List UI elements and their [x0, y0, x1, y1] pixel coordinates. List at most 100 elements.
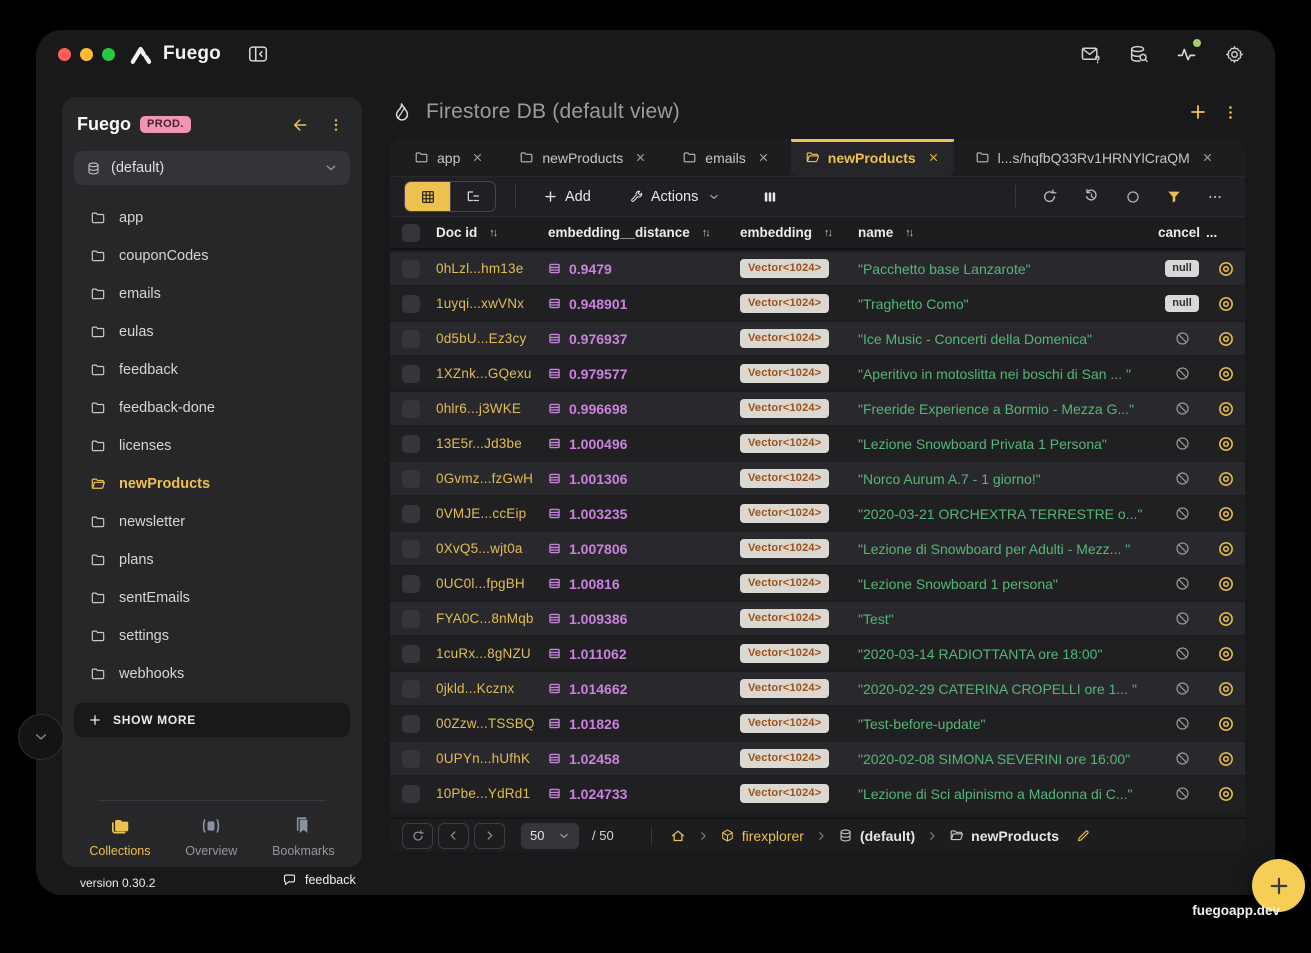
sort-arrows-icon[interactable]: ↑↓ — [824, 227, 831, 239]
table-row[interactable]: 0hlr6...j3WKE 0.996698 Vector<1024> "Fre… — [390, 392, 1245, 425]
row-checkbox[interactable] — [402, 400, 420, 418]
tab-4[interactable]: l...s/hqfbQ33Rv1HRNYlCraQM — [961, 139, 1228, 176]
sidebar-collection-webhooks[interactable]: webhooks — [62, 655, 362, 693]
table-row[interactable]: 0UC0l...fpgBH 1.00816 Vector<1024> "Lezi… — [390, 567, 1245, 600]
mail-help-icon[interactable] — [1080, 44, 1101, 65]
sidebar-collection-feedback[interactable]: feedback — [62, 351, 362, 389]
view-document-eye-icon[interactable] — [1217, 750, 1235, 768]
table-row[interactable]: 0UPYn...hUfhK 1.02458 Vector<1024> "2020… — [390, 742, 1245, 775]
view-document-eye-icon[interactable] — [1217, 295, 1235, 313]
database-selector[interactable]: (default) — [74, 151, 350, 185]
settings-gear-icon[interactable] — [1224, 44, 1245, 65]
tab-3[interactable]: newProducts — [791, 139, 954, 176]
pager-refresh-button[interactable] — [402, 823, 433, 849]
nav-collections[interactable]: Collections — [89, 815, 150, 858]
view-menu-icon[interactable] — [1222, 104, 1239, 121]
nav-overview[interactable]: Overview — [185, 815, 237, 858]
edge-collapse-button[interactable] — [18, 714, 64, 760]
sidebar-collection-app[interactable]: app — [62, 199, 362, 237]
tab-1[interactable]: newProducts — [505, 139, 661, 176]
table-row[interactable]: 0d5bU...Ez3cy 0.976937 Vector<1024> "Ice… — [390, 322, 1245, 355]
minimize-window-button[interactable] — [80, 48, 93, 61]
close-window-button[interactable] — [58, 48, 71, 61]
row-checkbox[interactable] — [402, 715, 420, 733]
close-tab-icon[interactable] — [634, 151, 647, 164]
column-header[interactable]: cancel — [1158, 225, 1206, 240]
filter-funnel-icon[interactable] — [1166, 189, 1182, 205]
tab-2[interactable]: emails — [668, 139, 783, 176]
breadcrumb-database[interactable]: (default) — [838, 828, 915, 844]
close-tab-icon[interactable] — [927, 151, 940, 164]
column-header[interactable]: embedding__distance ↑↓ — [548, 225, 740, 240]
sidebar-collection-newProducts[interactable]: newProducts — [62, 465, 362, 503]
view-document-eye-icon[interactable] — [1217, 610, 1235, 628]
sort-arrows-icon[interactable]: ↑↓ — [905, 227, 912, 239]
view-document-eye-icon[interactable] — [1217, 785, 1235, 803]
view-document-eye-icon[interactable] — [1217, 505, 1235, 523]
tab-0[interactable]: app — [400, 139, 498, 176]
table-row[interactable]: 10Pbe...YdRd1 1.024733 Vector<1024> "Lez… — [390, 777, 1245, 810]
grid-view-button[interactable] — [405, 182, 450, 211]
refresh-icon[interactable] — [1041, 188, 1058, 205]
maximize-window-button[interactable] — [102, 48, 115, 61]
database-search-icon[interactable] — [1128, 44, 1149, 65]
table-row[interactable]: 0Gvmz...fzGwH 1.001306 Vector<1024> "Nor… — [390, 462, 1245, 495]
feedback-button[interactable]: feedback — [282, 872, 356, 887]
view-document-eye-icon[interactable] — [1217, 575, 1235, 593]
sidebar-collection-newsletter[interactable]: newsletter — [62, 503, 362, 541]
tree-view-button[interactable] — [450, 182, 495, 211]
row-checkbox[interactable] — [402, 540, 420, 558]
sidebar-collection-emails[interactable]: emails — [62, 275, 362, 313]
breadcrumb-home[interactable] — [670, 828, 686, 844]
pager-prev-button[interactable] — [438, 823, 469, 849]
view-document-eye-icon[interactable] — [1217, 365, 1235, 383]
table-row[interactable]: 0XvQ5...wjt0a 1.007806 Vector<1024> "Lez… — [390, 532, 1245, 565]
row-checkbox[interactable] — [402, 260, 420, 278]
view-document-eye-icon[interactable] — [1217, 470, 1235, 488]
close-tab-icon[interactable] — [757, 151, 770, 164]
toggle-sidebar-icon[interactable] — [247, 43, 269, 65]
circle-status-icon[interactable] — [1125, 189, 1141, 205]
column-header[interactable]: ... — [1206, 225, 1245, 240]
actions-button[interactable]: Actions — [621, 189, 729, 205]
column-header[interactable]: embedding ↑↓ — [740, 225, 858, 240]
view-document-eye-icon[interactable] — [1217, 645, 1235, 663]
row-checkbox[interactable] — [402, 435, 420, 453]
table-row[interactable]: 0VMJE...ccEip 1.003235 Vector<1024> "202… — [390, 497, 1245, 530]
row-checkbox[interactable] — [402, 645, 420, 663]
nav-bookmarks[interactable]: Bookmarks — [272, 815, 335, 858]
sort-arrows-icon[interactable]: ↑↓ — [702, 227, 709, 239]
table-row[interactable]: 00Zzw...TSSBQ 1.01826 Vector<1024> "Test… — [390, 707, 1245, 740]
sort-arrows-icon[interactable]: ↑↓ — [489, 227, 496, 239]
row-checkbox[interactable] — [402, 785, 420, 803]
breadcrumb-project[interactable]: firexplorer — [720, 828, 804, 844]
row-checkbox[interactable] — [402, 750, 420, 768]
breadcrumb-collection[interactable]: newProducts — [949, 828, 1059, 844]
column-header[interactable]: name ↑↓ — [858, 225, 1158, 240]
row-checkbox[interactable] — [402, 295, 420, 313]
row-checkbox[interactable] — [402, 680, 420, 698]
sidebar-collection-licenses[interactable]: licenses — [62, 427, 362, 465]
sidebar-collection-couponCodes[interactable]: couponCodes — [62, 237, 362, 275]
activity-icon[interactable] — [1176, 44, 1197, 65]
sidebar-collection-eulas[interactable]: eulas — [62, 313, 362, 351]
table-row[interactable]: 1XZnk...GQexu 0.979577 Vector<1024> "Ape… — [390, 357, 1245, 390]
select-all-checkbox[interactable] — [402, 224, 420, 242]
row-checkbox[interactable] — [402, 575, 420, 593]
sidebar-menu-icon[interactable] — [328, 117, 344, 133]
row-checkbox[interactable] — [402, 470, 420, 488]
view-document-eye-icon[interactable] — [1217, 715, 1235, 733]
sidebar-collection-settings[interactable]: settings — [62, 617, 362, 655]
back-arrow-icon[interactable] — [291, 116, 309, 134]
row-checkbox[interactable] — [402, 330, 420, 348]
close-tab-icon[interactable] — [471, 151, 484, 164]
add-document-button[interactable]: Add — [535, 189, 599, 205]
table-row[interactable]: 1uyqi...xwVNx 0.948901 Vector<1024> "Tra… — [390, 287, 1245, 320]
sidebar-collection-plans[interactable]: plans — [62, 541, 362, 579]
view-document-eye-icon[interactable] — [1217, 330, 1235, 348]
pager-next-button[interactable] — [474, 823, 505, 849]
view-document-eye-icon[interactable] — [1217, 400, 1235, 418]
column-header[interactable]: Doc id ↑↓ — [436, 225, 548, 240]
sidebar-collection-sentEmails[interactable]: sentEmails — [62, 579, 362, 617]
edit-pencil-icon[interactable] — [1076, 828, 1091, 843]
